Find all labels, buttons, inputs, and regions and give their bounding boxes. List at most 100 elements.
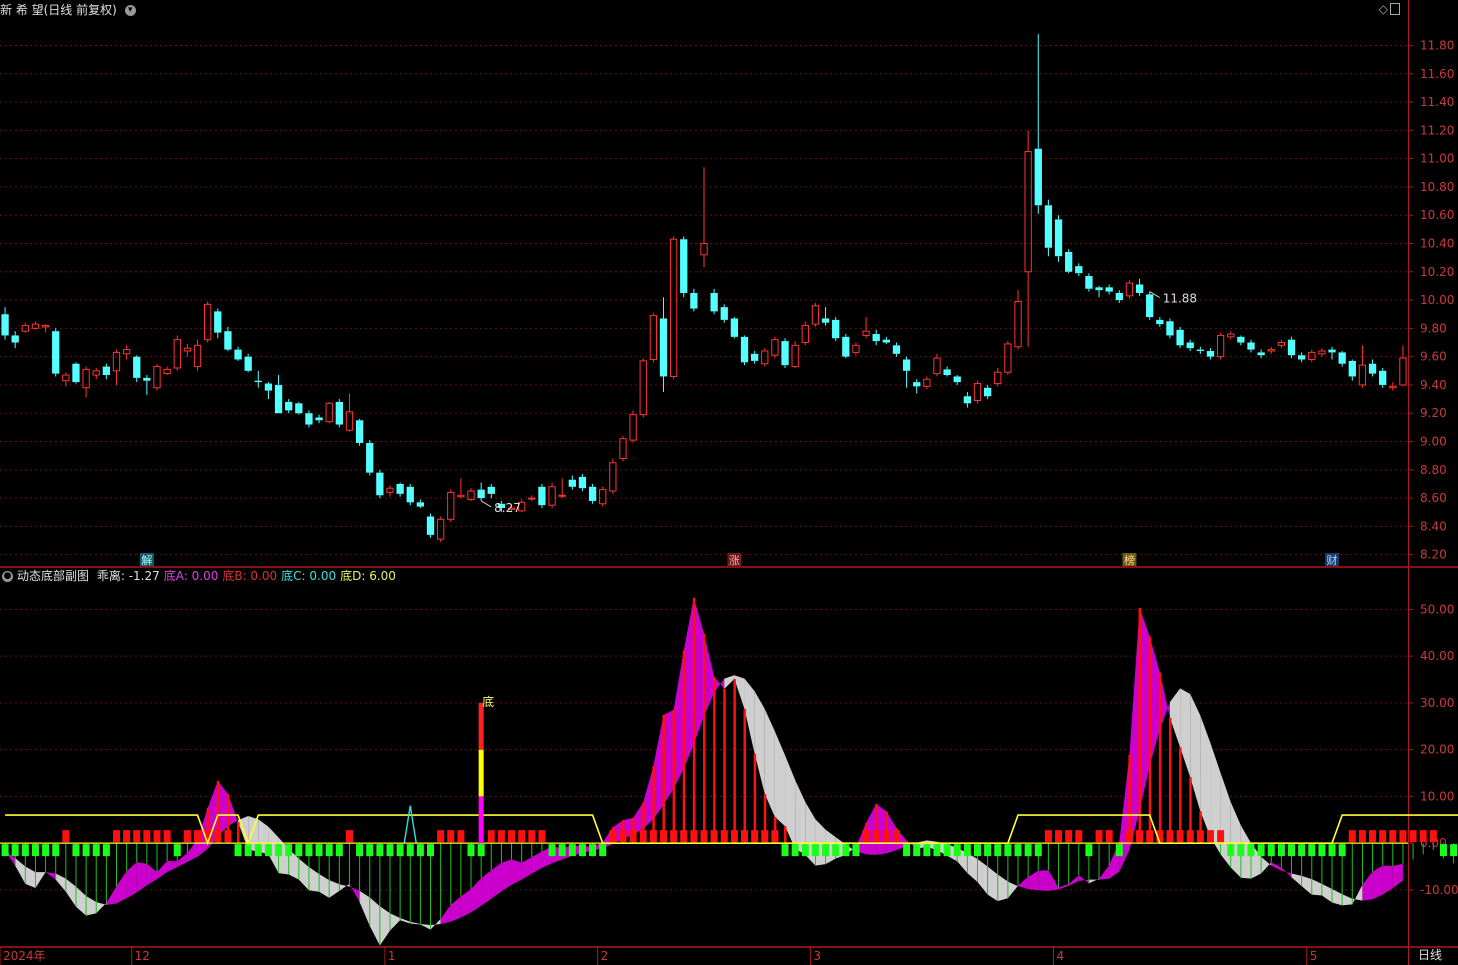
window-icon[interactable] (1390, 3, 1400, 15)
candle-body-down (295, 403, 303, 414)
candle-body-down (1247, 342, 1255, 350)
bottom-signal-red (1429, 830, 1437, 843)
candle-body-up (771, 339, 779, 356)
bottom-signal-green (92, 844, 100, 857)
candle-body-up (811, 305, 820, 325)
candle-body-down (1348, 360, 1356, 377)
band-segment (633, 802, 644, 835)
band-segment (744, 678, 755, 754)
band-segment (531, 851, 542, 874)
candle-body-down (366, 442, 374, 473)
indicator-tick-label: 20.00 (1420, 743, 1454, 757)
period-label[interactable]: 日线 (1418, 946, 1442, 963)
bottom-signal-red (133, 830, 141, 843)
date-label: 4 (1056, 949, 1064, 963)
candle-body-up (204, 303, 212, 341)
diamond-icon[interactable]: ◇ (1379, 2, 1388, 16)
candle-body-down (1176, 329, 1184, 346)
bottom-signal-red (538, 830, 546, 843)
band-segment (997, 874, 1008, 902)
candle-body-down (720, 307, 728, 320)
band-segment (663, 709, 674, 805)
candle-body-down (872, 334, 880, 342)
bottom-signal-green (1439, 844, 1447, 857)
band-segment (86, 895, 97, 916)
band-segment (430, 918, 441, 930)
low-label: 8.27 (494, 501, 521, 515)
bottom-signal-red (143, 830, 151, 843)
candle-body-down (224, 331, 232, 350)
price-tick-label: 9.60 (1420, 350, 1447, 364)
bottom-signal-green (568, 844, 576, 857)
indicator-name: 动态底部副图 (17, 569, 90, 583)
candle-body-down (578, 476, 587, 489)
band-segment (1068, 875, 1079, 886)
bottom-signal-red (609, 830, 617, 843)
candle-body-down (1156, 319, 1164, 325)
bottom-signal-red (1065, 830, 1073, 843)
bottom-signal-red (163, 830, 171, 843)
high-label: 11.88 (1163, 292, 1197, 306)
price-tick-label: 10.00 (1420, 293, 1454, 307)
band-segment (116, 871, 127, 904)
signal-column (478, 749, 484, 797)
bottom-signal-green (72, 844, 80, 857)
band-segment (167, 860, 178, 873)
event-marker-label: 榜 (1124, 553, 1135, 567)
bottom-signal-green (1257, 844, 1265, 857)
bottom-signal-green (548, 844, 556, 857)
low-arrow (480, 500, 492, 508)
candle-body-down (963, 396, 972, 404)
candle-body-up (1399, 357, 1407, 386)
candle-body-down (1379, 370, 1387, 385)
price-chart-svg[interactable]: 8.20 8.40 8.60 8.80 9.00 9.20 9.40 9.60 9.80 10.0… (0, 0, 1458, 965)
bottom-signal-green (396, 844, 404, 857)
band-segment (379, 906, 390, 946)
candle-body-down (751, 353, 759, 361)
candle-body-down (1338, 352, 1346, 364)
bottom-signal-red (700, 830, 708, 843)
bottom-signal-red (112, 830, 120, 843)
band-segment (1332, 888, 1343, 906)
bottom-signal-green (416, 844, 424, 857)
event-marker-label: 解 (141, 553, 152, 567)
candle-body-down (1105, 287, 1113, 292)
bottom-signal-red (1369, 830, 1377, 843)
stock-title: 新 希 望(日线 前复权) (0, 3, 117, 17)
band-segment (460, 888, 472, 918)
bottom-signal-green (822, 844, 830, 857)
candle-body-up (649, 315, 657, 360)
bottom-signal-green (275, 844, 283, 857)
bottom-signal-red (1186, 830, 1194, 843)
candle-body-up (153, 366, 161, 389)
bottom-signal-green (366, 844, 374, 857)
bottom-signal-green (943, 844, 951, 857)
band-segment (319, 874, 330, 898)
bottom-signal-green (1247, 844, 1255, 857)
candle-body-down (1095, 287, 1103, 291)
candle-body-up (791, 344, 799, 368)
indicator-tick-label: 50.00 (1420, 602, 1454, 616)
bottom-signal-red (1419, 830, 1427, 843)
bottom-signal-green (1277, 844, 1285, 857)
candle-body-down (1287, 339, 1296, 356)
band-segment (1048, 870, 1059, 891)
candle-body-down (1044, 205, 1053, 248)
bottom-signal-red (670, 830, 678, 843)
deviation-bar-up (723, 688, 726, 844)
gear-icon[interactable]: ● (2, 571, 13, 582)
candle-body-down (832, 319, 840, 339)
band-segment (1159, 672, 1170, 730)
bottom-signal-green (913, 844, 921, 857)
bottom-signal-red (447, 830, 455, 843)
bottom-signal-green (325, 844, 333, 857)
chart-window: 8.20 8.40 8.60 8.80 9.00 9.20 9.40 9.60 9.80 10.0… (0, 0, 1458, 965)
band-segment (673, 650, 684, 789)
band-segment (704, 633, 715, 716)
price-tick-label: 8.40 (1420, 519, 1447, 533)
bottom-signal-red (1348, 830, 1356, 843)
dropdown-icon[interactable]: ▾ (124, 5, 136, 16)
candle-body-up (1004, 343, 1012, 373)
bottom-signal-green (1298, 844, 1306, 857)
deviation-bar-up (682, 650, 686, 844)
